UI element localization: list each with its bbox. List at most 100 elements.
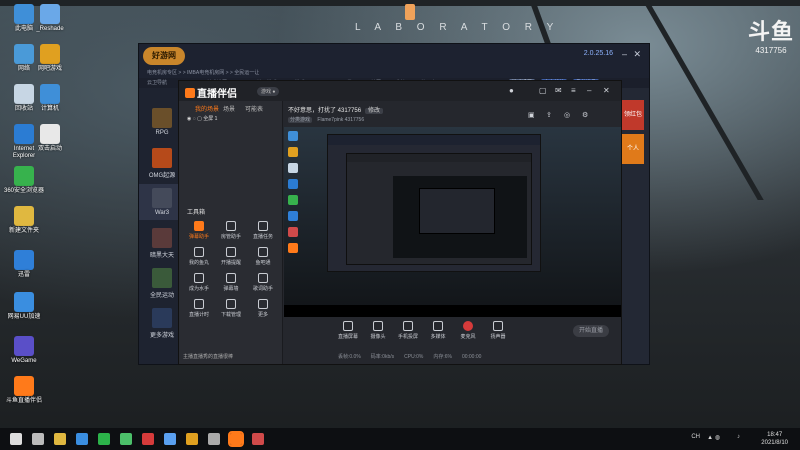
tool-button[interactable]: 成为水手: [185, 273, 213, 292]
version-label: 2.0.25.16: [583, 50, 613, 57]
side-ad-personal[interactable]: 个人: [622, 134, 644, 164]
douyu-icon: [14, 376, 34, 396]
tab-scene[interactable]: 场景: [223, 104, 235, 113]
desktop-icon[interactable]: 360安全浏览器: [4, 166, 44, 195]
tool-button[interactable]: 房管助手: [217, 221, 245, 240]
minimize-icon[interactable]: –: [622, 49, 627, 59]
menu-icon[interactable]: ≡: [571, 86, 576, 95]
start-icon[interactable]: [10, 433, 22, 445]
tool-button[interactable]: 直播任务: [249, 221, 277, 240]
stat-item: 00:00:00: [461, 354, 482, 360]
desktop-icon[interactable]: 计算机: [30, 84, 70, 113]
system-clock[interactable]: 18:47 2021/8/10: [761, 431, 788, 447]
tool-button[interactable]: 直播计时: [185, 299, 213, 318]
desktop-icon[interactable]: 迅雷: [4, 250, 44, 279]
minimize-icon[interactable]: –: [587, 86, 591, 95]
app-icon-7[interactable]: [252, 433, 264, 445]
action-label: 扬声器: [490, 334, 506, 340]
preview-icon: [288, 211, 298, 221]
douyu-watermark: 斗鱼 4317756: [748, 14, 794, 55]
close-icon[interactable]: ✕: [603, 86, 610, 95]
speaker-button[interactable]: 扬声器: [484, 321, 512, 340]
game-label: OMG起源: [148, 173, 176, 179]
toolbox-title: 工具箱: [187, 210, 206, 216]
desktop-icon[interactable]: 网易UU加速: [4, 292, 44, 321]
wechat-icon[interactable]: [98, 433, 110, 445]
eye-icon[interactable]: ◉ ◌ ▢: [187, 116, 203, 122]
tool-button[interactable]: 弹幕墙: [217, 273, 245, 292]
close-icon[interactable]: ✕: [633, 49, 641, 60]
tool-label: 直播计时: [188, 312, 209, 318]
wallpaper-banner: L A B O R A T O R Y: [355, 22, 560, 33]
desktop-icon-label: WeGame: [11, 358, 37, 364]
category-badge[interactable]: 分类游戏: [288, 117, 313, 123]
phone-cast-button[interactable]: 手机投屏: [394, 321, 422, 340]
stat-item: 码率:0kb/s: [370, 354, 395, 360]
microphone-button[interactable]: 麦克风: [454, 321, 482, 340]
watermark-room-id: 4317756: [755, 46, 787, 55]
settings-icon[interactable]: ⚙: [582, 111, 588, 119]
tool-button[interactable]: 歌词助手: [249, 273, 277, 292]
scene-item[interactable]: ◉ ◌ ▢ 全屏 1: [179, 113, 282, 125]
start-live-button[interactable]: 开始直播: [573, 325, 609, 337]
tool-label: 更多: [257, 312, 268, 318]
menu-item[interactable]: 云卫导航: [147, 78, 167, 88]
preview-icon: [288, 163, 298, 173]
preview-icon: [288, 179, 298, 189]
tool-button[interactable]: 更多: [249, 299, 277, 318]
side-ad-redpacket[interactable]: 领红包: [622, 100, 644, 130]
edit-title-button[interactable]: 修改: [365, 108, 384, 114]
app-icon-2[interactable]: [120, 433, 132, 445]
game-thumbnail: [152, 188, 172, 208]
volume-icon[interactable]: ♪: [737, 434, 740, 440]
record-icon[interactable]: ◎: [564, 111, 570, 119]
preview-icon: [288, 227, 298, 237]
desktop-icon[interactable]: 新建文件夹: [4, 206, 44, 235]
tool-icon: [258, 221, 268, 231]
tool-button[interactable]: 我的鱼丸: [185, 247, 213, 266]
tool-button[interactable]: 下载管理: [217, 299, 245, 318]
input-method-indicator[interactable]: CH: [691, 434, 700, 440]
camera-button[interactable]: 摄像头: [364, 321, 392, 340]
app-icon-1[interactable]: [76, 433, 88, 445]
scene-name: 全屏 1: [203, 116, 218, 122]
gift-icon[interactable]: ▢: [539, 86, 547, 95]
app-icon-5[interactable]: [186, 433, 198, 445]
mail-icon[interactable]: ✉: [555, 86, 562, 95]
tool-button[interactable]: 弹幕助手: [185, 221, 213, 240]
mode-badge[interactable]: 游戏 ●: [257, 87, 280, 96]
share-icon[interactable]: ⇪: [546, 111, 552, 119]
tool-label: 歌词助手: [252, 286, 273, 292]
live-topbar[interactable]: 直播伴侣 游戏 ● ● ▢ ✉ ≡ – ✕: [179, 81, 621, 101]
tool-button[interactable]: 开播提醒: [217, 247, 245, 266]
task-view-icon[interactable]: [32, 433, 44, 445]
explorer-icon[interactable]: [54, 433, 66, 445]
tab-my-scene[interactable]: 我的场景: [195, 104, 219, 113]
game-thumbnail: [152, 148, 172, 168]
douyu-task-icon[interactable]: [228, 431, 244, 447]
action-label: 直播屏幕: [337, 334, 358, 340]
screen-capture-button[interactable]: 直播屏幕: [334, 321, 362, 340]
game-label: 全民运动: [149, 293, 174, 299]
stream-preview: [284, 127, 621, 317]
game-window-titlebar[interactable]: 好游网 2.0.25.16 – ✕: [139, 44, 649, 68]
desktop-icon[interactable]: WeGame: [4, 336, 44, 365]
app-icon-6[interactable]: [208, 433, 220, 445]
lock-icon[interactable]: ▣: [528, 111, 535, 119]
avatar-icon[interactable]: ●: [509, 86, 514, 95]
app-icon-4[interactable]: [164, 433, 176, 445]
desktop-icon[interactable]: _Reshade: [30, 4, 70, 33]
app-icon-3[interactable]: [142, 433, 154, 445]
desktop-icon[interactable]: 网吧游戏: [30, 44, 70, 73]
desktop-icon[interactable]: 双击启动: [30, 124, 70, 153]
room-number: 4317756: [344, 117, 365, 123]
network-icon[interactable]: ▲ ◍: [707, 434, 720, 441]
live-companion-window[interactable]: 直播伴侣 游戏 ● ● ▢ ✉ ≡ – ✕ 我的场景 场景 可能表 ◉ ◌ ▢ …: [178, 80, 622, 365]
desktop-icon[interactable]: 斗鱼直播伴侣: [4, 376, 44, 405]
action-label: 麦克风: [460, 334, 476, 340]
media-button[interactable]: 多媒体: [424, 321, 452, 340]
tab-optional[interactable]: 可能表: [245, 104, 263, 113]
stream-preview-panel: 不好意思，打扰了 4317756 修改 分类游戏 Flame7pink 43177…: [284, 101, 621, 364]
tool-button[interactable]: 鱼吧通: [249, 247, 277, 266]
stream-info-row: 分类游戏 Flame7pink 4317756: [288, 116, 364, 123]
